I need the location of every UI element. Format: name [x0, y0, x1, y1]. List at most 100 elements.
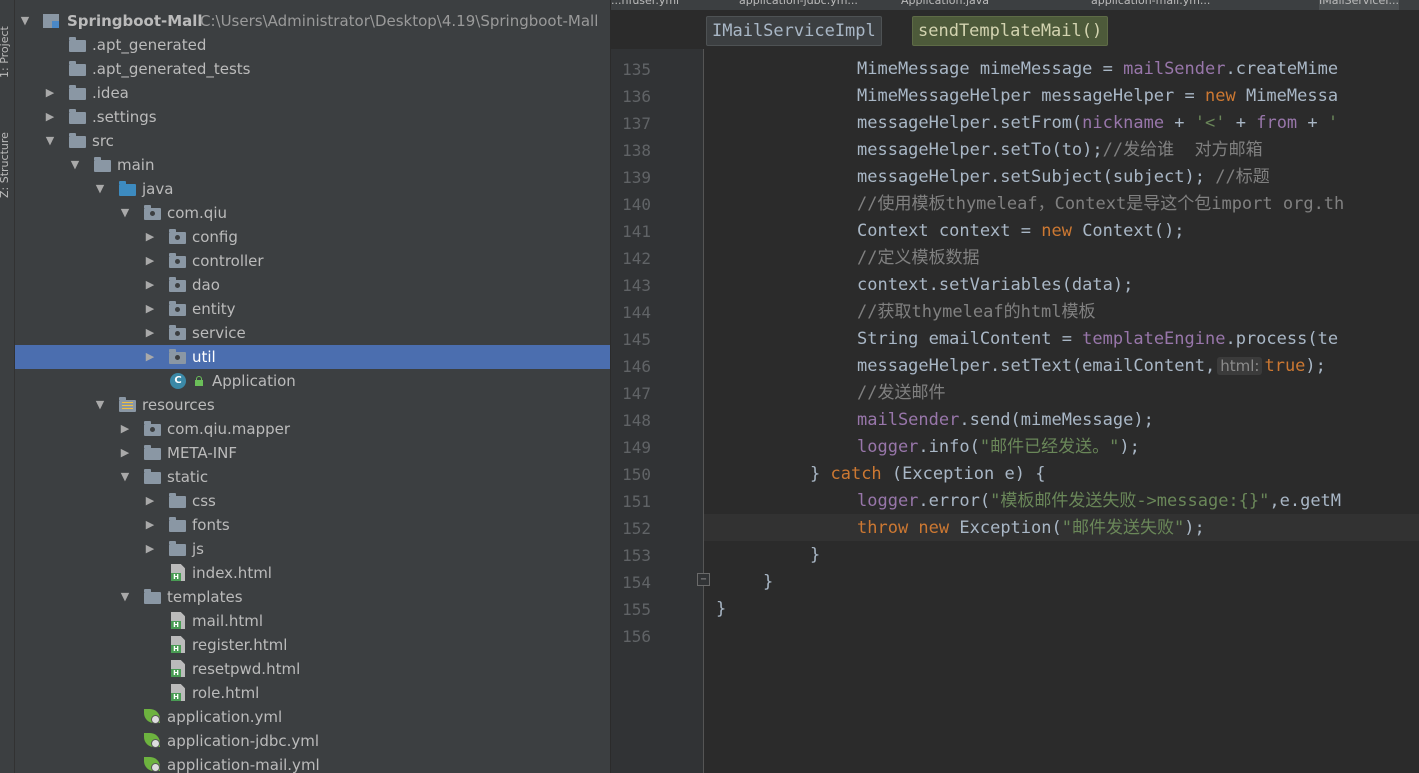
tree-item[interactable]: ▶ .idea — [15, 81, 610, 105]
tree-item[interactable]: resetpwd.html — [15, 657, 610, 681]
breadcrumb-method[interactable]: sendTemplateMail() — [912, 16, 1108, 46]
tree-item[interactable]: role.html — [15, 681, 610, 705]
collapsed-arrow-icon[interactable]: ▶ — [119, 422, 131, 436]
collapsed-arrow-icon[interactable]: ▶ — [144, 542, 156, 556]
project-tool-button[interactable]: 1: Project — [0, 26, 11, 78]
editor-tab-active[interactable]: IMailServiceI... — [1319, 0, 1399, 10]
tree-item[interactable]: .apt_generated_tests — [15, 57, 610, 81]
lock-icon — [195, 379, 203, 388]
tree-item[interactable]: application-mail.yml — [15, 753, 610, 773]
code-line[interactable]: //使用模板thymeleaf，Context是导这个包import org.t… — [857, 191, 1344, 218]
folder-icon — [94, 160, 111, 172]
tree-item[interactable]: ▼ com.qiu — [15, 201, 610, 225]
tree-item[interactable]: application.yml — [15, 705, 610, 729]
tree-item[interactable]: ▶ .settings — [15, 105, 610, 129]
collapsed-arrow-icon[interactable]: ▶ — [144, 518, 156, 532]
code-line[interactable]: String emailContent = templateEngine.pro… — [857, 326, 1338, 353]
collapsed-arrow-icon[interactable]: ▶ — [144, 326, 156, 340]
tree-item-label: main — [117, 153, 154, 177]
line-number: 148 — [611, 407, 651, 434]
code-line[interactable]: //获取thymeleaf的html模板 — [857, 299, 1096, 326]
package-icon — [169, 304, 186, 316]
tree-item-root[interactable]: ▼ Springboot-Mall C:\Users\Administrator… — [15, 9, 610, 33]
code-line[interactable]: messageHelper.setSubject(subject); //标题 — [857, 164, 1270, 191]
code-editor[interactable]: ...nfuser.yml application-jdbc.ym... App… — [611, 0, 1419, 773]
code-line[interactable]: messageHelper.setFrom(nickname + '<' + f… — [857, 110, 1338, 137]
tree-item[interactable]: register.html — [15, 633, 610, 657]
folder-icon — [69, 64, 86, 76]
expanded-arrow-icon[interactable]: ▼ — [94, 398, 106, 412]
collapsed-arrow-icon[interactable]: ▶ — [144, 230, 156, 244]
tree-item[interactable]: ▼ src — [15, 129, 610, 153]
tree-item[interactable]: ▼ resources — [15, 393, 610, 417]
code-line[interactable]: logger.info("邮件已经发送。"); — [857, 434, 1140, 461]
code-line[interactable]: logger.error("模板邮件发送失败->message:{}",e.ge… — [857, 488, 1341, 515]
tree-item[interactable]: ▶ controller — [15, 249, 610, 273]
collapsed-arrow-icon[interactable]: ▶ — [119, 446, 131, 460]
tree-item[interactable]: index.html — [15, 561, 610, 585]
source-folder-icon — [119, 184, 136, 196]
editor-tab[interactable]: Application.java — [901, 0, 989, 10]
code-line[interactable]: throw new Exception("邮件发送失败"); — [857, 515, 1205, 542]
tree-item-selected[interactable]: ▶ util — [15, 345, 610, 369]
package-icon — [144, 424, 161, 436]
tree-item[interactable]: ▶ META-INF — [15, 441, 610, 465]
editor-tab[interactable]: application-jdbc.ym... — [739, 0, 858, 10]
fold-toggle-icon[interactable]: − — [697, 573, 710, 586]
code-line[interactable]: } — [716, 596, 726, 623]
expanded-arrow-icon[interactable]: ▼ — [119, 590, 131, 604]
line-number: 136 — [611, 83, 651, 110]
code-line[interactable]: mailSender.send(mimeMessage); — [857, 407, 1154, 434]
code-line[interactable]: //定义模板数据 — [857, 245, 979, 272]
expanded-arrow-icon[interactable]: ▼ — [94, 182, 106, 196]
tree-item[interactable]: mail.html — [15, 609, 610, 633]
tree-item[interactable]: ▼ templates — [15, 585, 610, 609]
code-line[interactable]: } catch (Exception e) { — [810, 461, 1045, 488]
tree-item[interactable]: .apt_generated — [15, 33, 610, 57]
expanded-arrow-icon[interactable]: ▼ — [119, 470, 131, 484]
tree-item[interactable]: ▶ com.qiu.mapper — [15, 417, 610, 441]
code-line[interactable]: Context context = new Context(); — [857, 218, 1185, 245]
tree-item[interactable]: C Application — [15, 369, 610, 393]
tree-item[interactable]: ▼ static — [15, 465, 610, 489]
code-line[interactable]: messageHelper.setText(emailContent,html:… — [857, 353, 1326, 380]
code-line[interactable]: } — [763, 569, 773, 596]
expanded-arrow-icon[interactable]: ▼ — [69, 158, 81, 172]
tree-item-label: com.qiu — [167, 201, 227, 225]
tree-item-label: .apt_generated — [92, 33, 206, 57]
tree-item[interactable]: ▶ dao — [15, 273, 610, 297]
package-icon — [144, 208, 161, 220]
breadcrumb-class[interactable]: IMailServiceImpl — [706, 16, 882, 46]
expanded-arrow-icon[interactable]: ▼ — [44, 134, 56, 148]
tree-item[interactable]: ▼ main — [15, 153, 610, 177]
tree-item[interactable]: ▶ css — [15, 489, 610, 513]
expanded-arrow-icon[interactable]: ▼ — [119, 206, 131, 220]
collapsed-arrow-icon[interactable]: ▶ — [144, 302, 156, 316]
editor-tab[interactable]: ...nfuser.yml — [611, 0, 679, 10]
html-file-icon — [171, 564, 185, 581]
tree-item[interactable]: ▶ js — [15, 537, 610, 561]
collapsed-arrow-icon[interactable]: ▶ — [144, 278, 156, 292]
collapsed-arrow-icon[interactable]: ▶ — [44, 110, 56, 124]
code-line[interactable]: messageHelper.setTo(to);//发给谁 对方邮箱 — [857, 137, 1263, 164]
expanded-arrow-icon[interactable]: ▼ — [19, 14, 31, 28]
tree-item[interactable]: ▼ java — [15, 177, 610, 201]
collapsed-arrow-icon[interactable]: ▶ — [44, 86, 56, 100]
tree-item[interactable]: application-jdbc.yml — [15, 729, 610, 753]
code-line[interactable]: context.setVariables(data); — [857, 272, 1133, 299]
structure-tool-button[interactable]: Z: Structure — [0, 132, 11, 198]
editor-tab[interactable]: application-mail.ym... — [1091, 0, 1210, 10]
tree-item-label: service — [192, 321, 246, 345]
code-line[interactable]: MimeMessageHelper messageHelper = new Mi… — [857, 83, 1338, 110]
code-line[interactable]: MimeMessage mimeMessage = mailSender.cre… — [857, 56, 1338, 83]
collapsed-arrow-icon[interactable]: ▶ — [144, 494, 156, 508]
tree-item[interactable]: ▶ service — [15, 321, 610, 345]
tree-item[interactable]: ▶ entity — [15, 297, 610, 321]
tree-item[interactable]: ▶ config — [15, 225, 610, 249]
code-line[interactable]: } — [810, 542, 820, 569]
collapsed-arrow-icon[interactable]: ▶ — [144, 350, 156, 364]
code-line[interactable]: //发送邮件 — [857, 380, 945, 407]
tree-item-label: util — [192, 345, 216, 369]
tree-item[interactable]: ▶ fonts — [15, 513, 610, 537]
collapsed-arrow-icon[interactable]: ▶ — [144, 254, 156, 268]
